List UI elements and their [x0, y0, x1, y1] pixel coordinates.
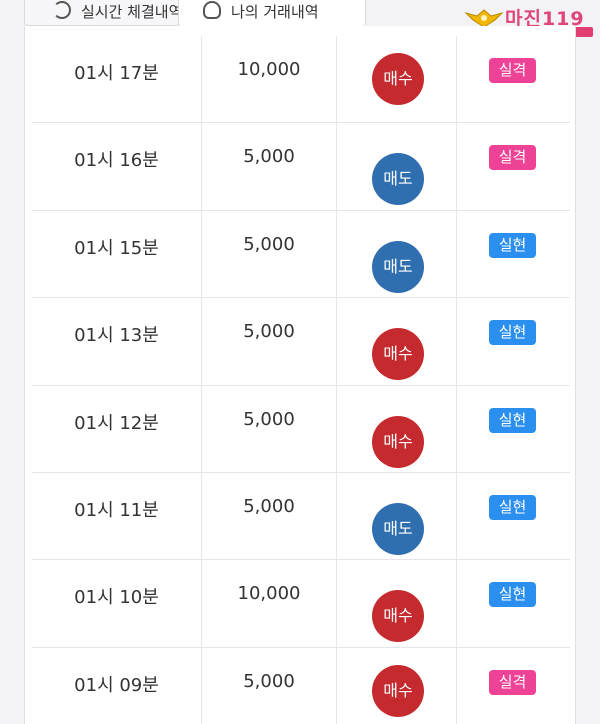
table-row: 01시 12분 5,000 매수 실현 — [32, 385, 570, 473]
amount-cell: 5,000 — [202, 210, 337, 298]
time-cell: 01시 16분 — [32, 123, 202, 210]
amount-cell: 5,000 — [202, 385, 337, 472]
amount-cell: 5,000 — [202, 472, 337, 560]
result-cell: 실현 — [457, 211, 570, 297]
trade-amount: 5,000 — [243, 408, 295, 430]
time-cell: 01시 09분 — [32, 647, 202, 724]
tab-realtime-executions[interactable]: 실시간 체결내역 — [24, 0, 183, 26]
tab-my-trades[interactable]: 나의 거래내역 — [178, 0, 366, 26]
table-row: 01시 11분 5,000 매도 실현 — [32, 472, 570, 561]
trade-result-badge: 실격 — [489, 58, 536, 83]
table-row: 01시 17분 10,000 매수 실격 — [32, 36, 570, 124]
time-cell: 01시 11분 — [32, 472, 202, 560]
trade-amount: 5,000 — [243, 495, 295, 517]
trade-side-badge: 매수 — [372, 53, 424, 105]
result-cell: 실격 — [457, 648, 570, 724]
trade-side-badge: 매도 — [372, 153, 424, 206]
table-row: 01시 10분 10,000 매수 실현 — [32, 560, 570, 648]
result-cell: 실현 — [457, 298, 570, 384]
result-cell: 실현 — [457, 473, 570, 559]
side-cell: 매수 — [337, 560, 457, 647]
side-cell: 매수 — [337, 385, 457, 472]
side-cell: 매도 — [337, 123, 457, 210]
trade-history-table: 01시 17분 10,000 매수 실격 01시 16분 5,000 매도 실격 01시 15분… — [32, 36, 570, 724]
side-cell: 매수 — [337, 298, 457, 385]
trade-result-badge: 실현 — [489, 494, 536, 520]
side-cell: 매수 — [337, 36, 457, 123]
trade-time: 01시 16분 — [74, 150, 159, 172]
tab-label: 나의 거래내역 — [231, 3, 319, 21]
table-row: 01시 13분 5,000 매수 실현 — [32, 298, 570, 386]
trade-time: 01시 15분 — [74, 237, 159, 259]
trade-result-badge: 실현 — [489, 232, 536, 258]
clock-icon — [53, 1, 71, 19]
amount-cell: 5,000 — [202, 298, 337, 385]
trade-time: 01시 13분 — [74, 325, 159, 347]
trade-result-badge: 실현 — [489, 407, 536, 433]
side-cell: 매도 — [337, 472, 457, 560]
trade-side-badge: 매수 — [372, 328, 424, 381]
result-cell: 실격 — [457, 36, 570, 122]
trade-side-badge: 매도 — [372, 240, 424, 293]
time-cell: 01시 17분 — [32, 36, 202, 123]
amount-cell: 5,000 — [202, 123, 337, 210]
trade-time: 01시 17분 — [74, 63, 159, 84]
trade-amount: 10,000 — [237, 583, 301, 605]
trade-side-badge: 매수 — [372, 415, 424, 468]
trade-amount: 5,000 — [243, 321, 295, 343]
time-cell: 01시 13분 — [32, 298, 202, 385]
trade-result-badge: 실현 — [489, 582, 536, 608]
side-cell: 매도 — [337, 210, 457, 298]
trade-result-badge: 실격 — [489, 669, 536, 695]
trade-side-badge: 매도 — [372, 502, 424, 555]
trade-side-badge: 매수 — [372, 664, 424, 717]
time-cell: 01시 10분 — [32, 560, 202, 647]
trade-amount: 10,000 — [237, 59, 301, 80]
result-cell: 실현 — [457, 560, 570, 646]
time-cell: 01시 12분 — [32, 385, 202, 472]
trade-time: 01시 10분 — [74, 587, 159, 609]
trade-side-badge: 매수 — [372, 590, 424, 643]
result-cell: 실격 — [457, 123, 570, 209]
amount-cell: 10,000 — [202, 36, 337, 123]
table-row: 01시 16분 5,000 매도 실격 — [32, 123, 570, 211]
table-row: 01시 09분 5,000 매수 실격 — [32, 647, 570, 724]
table-row: 01시 15분 5,000 매도 실현 — [32, 210, 570, 299]
trade-result-badge: 실격 — [489, 145, 536, 171]
amount-cell: 5,000 — [202, 647, 337, 724]
trade-amount: 5,000 — [243, 233, 295, 255]
trade-result-badge: 실현 — [489, 320, 536, 346]
trade-amount: 5,000 — [243, 670, 295, 692]
trade-amount: 5,000 — [243, 146, 295, 168]
amount-cell: 10,000 — [202, 560, 337, 647]
side-cell: 매수 — [337, 647, 457, 724]
trade-time: 01시 12분 — [74, 412, 159, 434]
trade-time: 01시 09분 — [74, 674, 159, 696]
result-cell: 실현 — [457, 386, 570, 472]
tab-label: 실시간 체결내역 — [81, 3, 183, 21]
user-icon — [203, 1, 221, 19]
trade-time: 01시 11분 — [74, 499, 159, 521]
time-cell: 01시 15분 — [32, 210, 202, 298]
